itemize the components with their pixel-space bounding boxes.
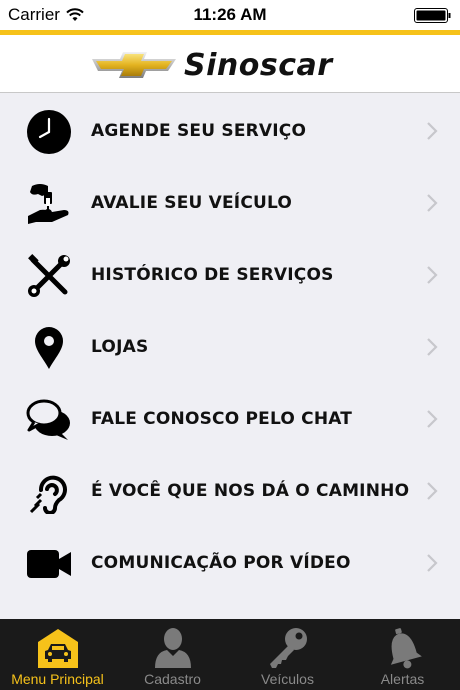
tab-bar: Menu Principal Cadastro Veículos Alertas: [0, 619, 460, 690]
tab-label: Menu Principal: [11, 671, 104, 687]
chevron-right-icon: [427, 410, 438, 428]
tab-cadastro[interactable]: Cadastro: [115, 619, 230, 690]
menu-item-label: LOJAS: [91, 337, 149, 357]
menu-item-caminho[interactable]: É VOCÊ QUE NOS DÁ O CAMINHO: [0, 455, 460, 527]
brand-name: Sinoscar: [184, 47, 333, 83]
status-time: 11:26 AM: [193, 5, 267, 24]
menu-item-label: É VOCÊ QUE NOS DÁ O CAMINHO: [91, 481, 410, 501]
menu-item-avalie[interactable]: AVALIE SEU VEÍCULO: [0, 167, 460, 239]
car-home-icon: [35, 625, 81, 671]
video-camera-icon: [26, 541, 72, 587]
tab-alertas[interactable]: Alertas: [345, 619, 460, 690]
tab-veiculos[interactable]: Veículos: [230, 619, 345, 690]
key-icon: [265, 625, 311, 671]
tab-label: Cadastro: [144, 671, 201, 687]
main-menu: AGENDE SEU SERVIÇO AVALIE SEU VEÍCULO HI…: [0, 93, 460, 619]
hearing-icon: [26, 469, 72, 515]
chevrolet-bowtie-logo: [92, 52, 176, 78]
chevron-right-icon: [427, 554, 438, 572]
chevron-right-icon: [427, 122, 438, 140]
menu-item-agende[interactable]: AGENDE SEU SERVIÇO: [0, 95, 460, 167]
brand-logo: Sinoscar: [90, 45, 360, 85]
status-bar: Carrier 11:26 AM: [0, 0, 460, 30]
chevron-right-icon: [427, 338, 438, 356]
tab-label: Alertas: [380, 671, 425, 687]
app-header: Sinoscar: [0, 35, 460, 93]
menu-item-chat[interactable]: FALE CONOSCO PELO CHAT: [0, 383, 460, 455]
clock-icon: [26, 109, 72, 155]
menu-item-video[interactable]: COMUNICAÇÃO POR VÍDEO: [0, 527, 460, 599]
chevron-right-icon: [427, 482, 438, 500]
chevron-right-icon: [427, 194, 438, 212]
bell-icon: [380, 625, 426, 671]
hand-money-icon: [26, 181, 72, 227]
menu-item-label: HISTÓRICO DE SERVIÇOS: [91, 265, 334, 285]
tab-label: Veículos: [261, 671, 314, 687]
menu-item-lojas[interactable]: LOJAS: [0, 311, 460, 383]
menu-item-historico[interactable]: HISTÓRICO DE SERVIÇOS: [0, 239, 460, 311]
menu-item-label: AGENDE SEU SERVIÇO: [91, 121, 307, 141]
tools-icon: [26, 253, 72, 299]
menu-item-label: AVALIE SEU VEÍCULO: [91, 193, 293, 213]
tab-menu-principal[interactable]: Menu Principal: [0, 619, 115, 690]
person-icon: [150, 625, 196, 671]
menu-item-label: FALE CONOSCO PELO CHAT: [91, 409, 353, 429]
battery-icon: [414, 8, 451, 23]
map-pin-icon: [26, 325, 72, 371]
menu-item-label: COMUNICAÇÃO POR VÍDEO: [91, 553, 351, 573]
chevron-right-icon: [427, 266, 438, 284]
chat-bubbles-icon: [26, 397, 72, 443]
